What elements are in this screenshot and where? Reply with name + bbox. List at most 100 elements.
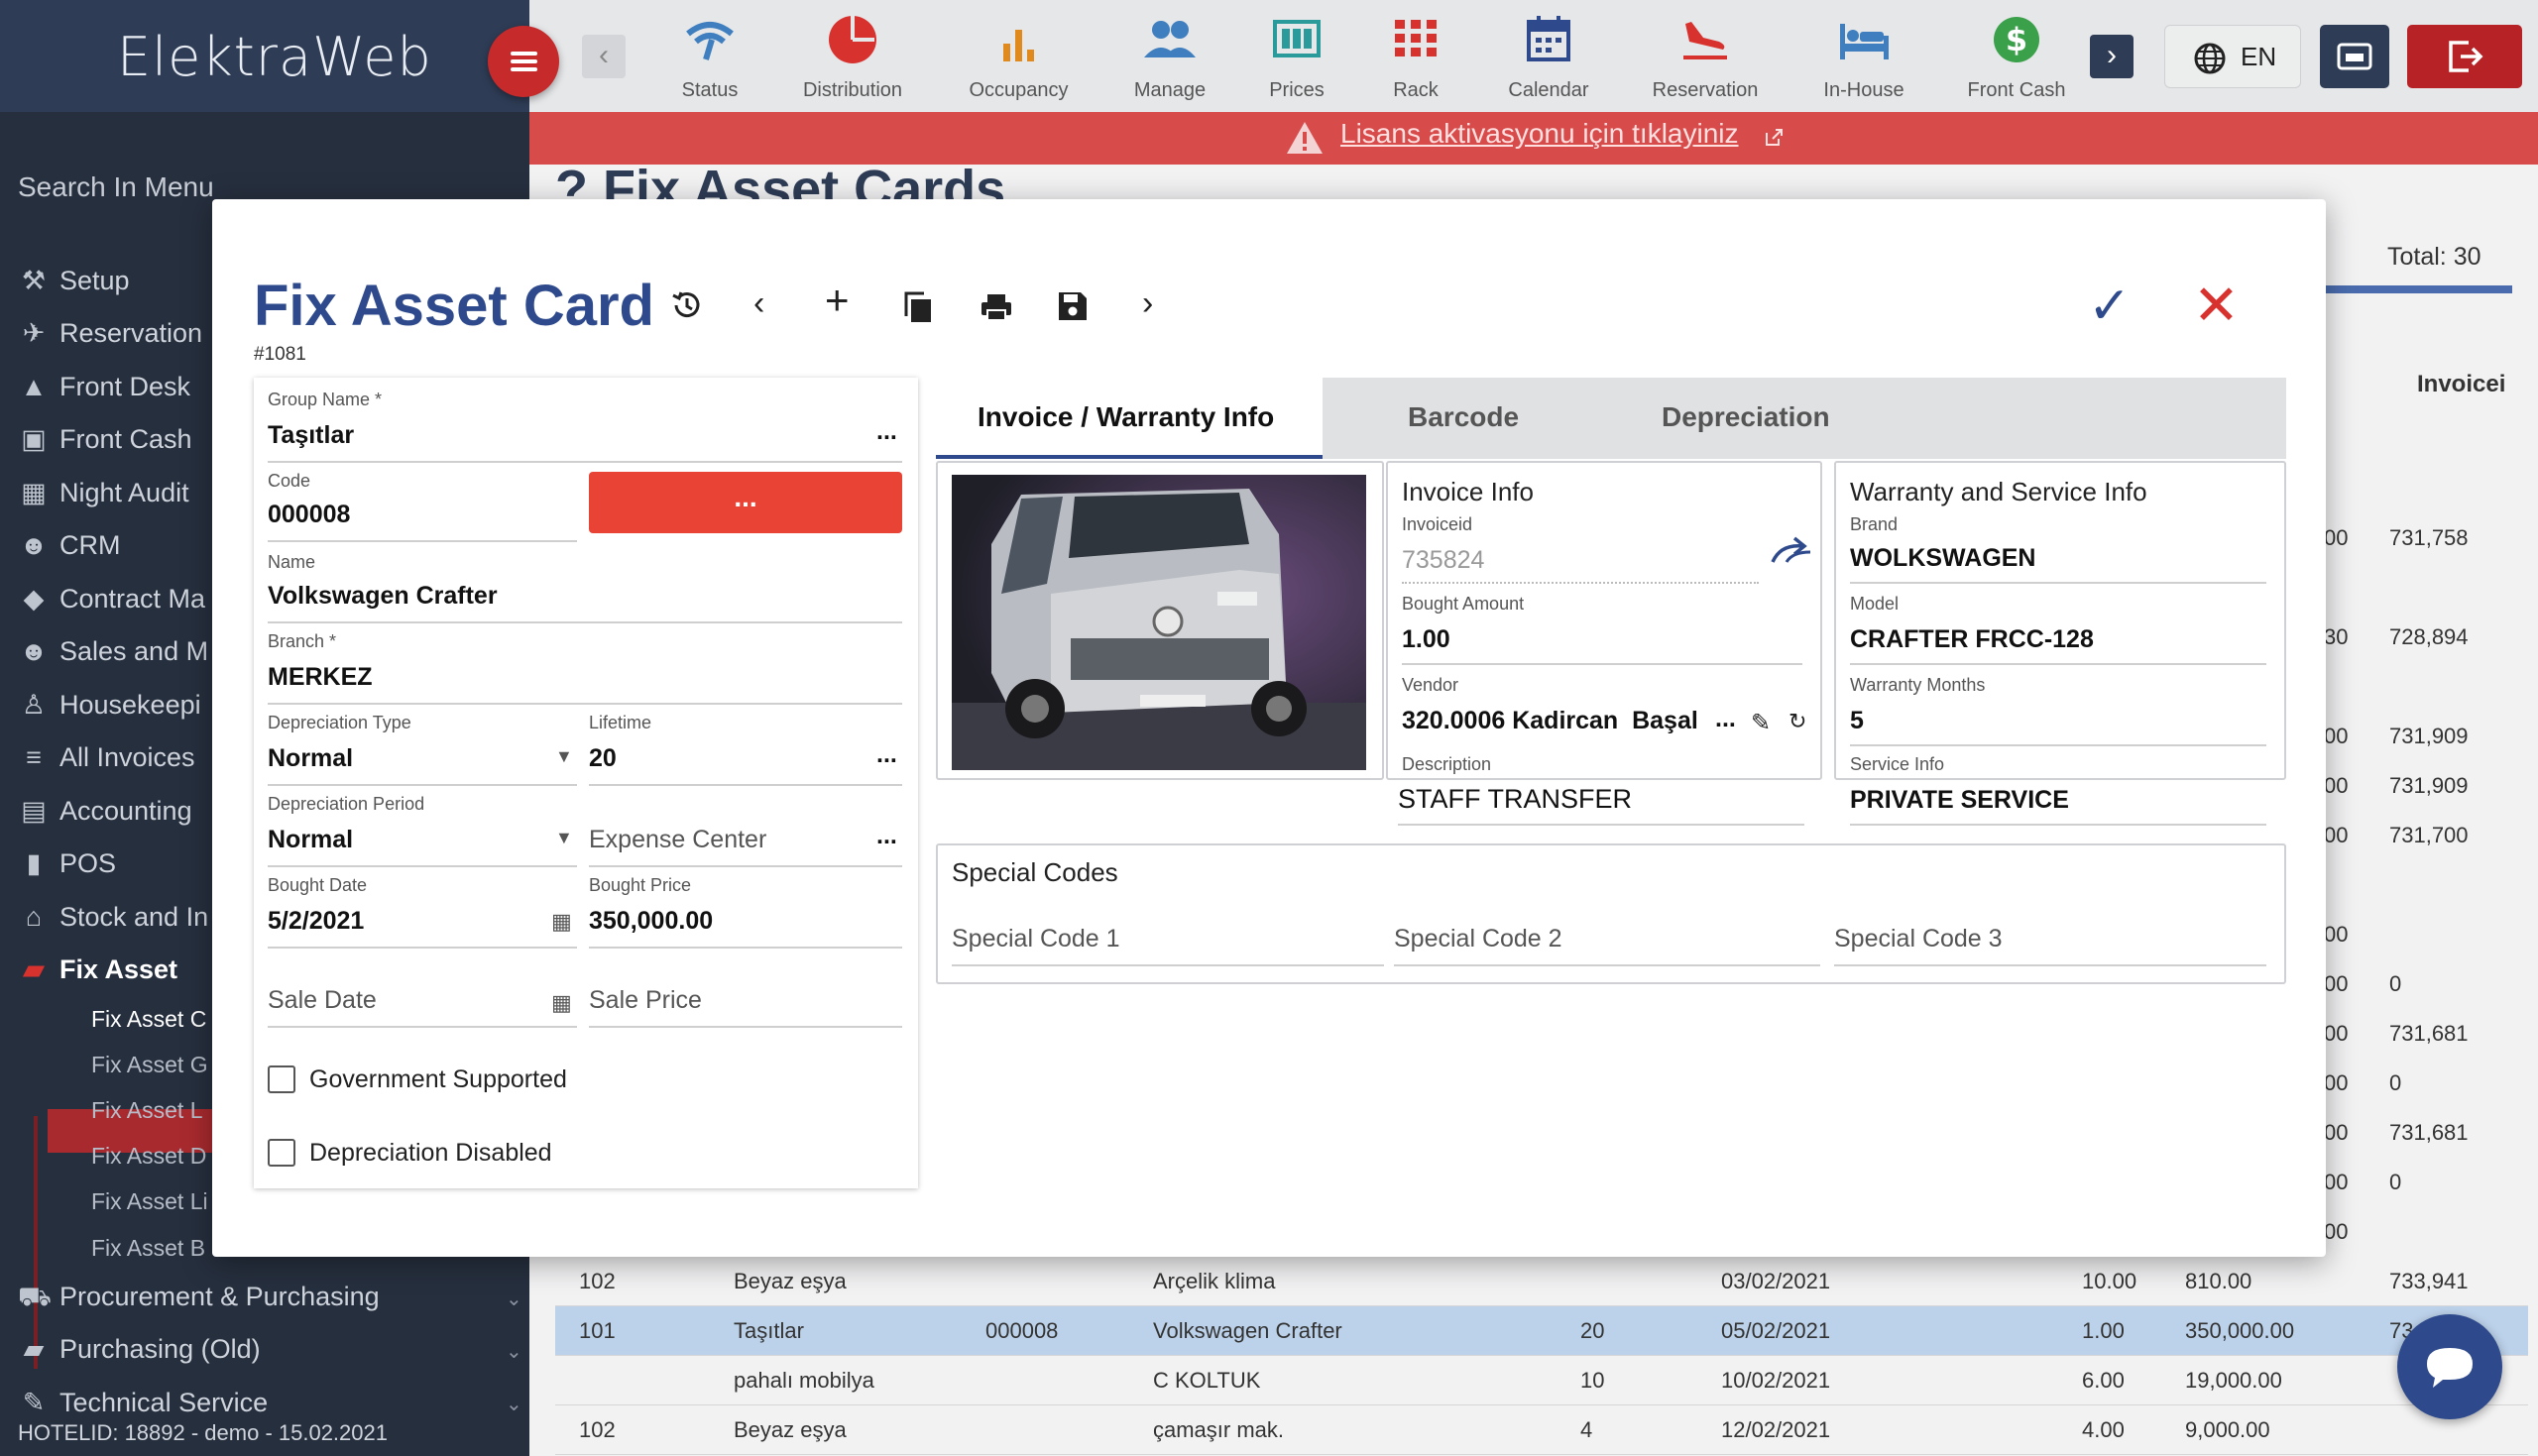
nav-front-cash[interactable]: $ Front Cash [1961,8,2072,107]
special-code-3-field[interactable]: Special Code 3 [1834,925,2003,953]
submenu-fix-asset-groups[interactable]: Fix Asset G [91,1052,208,1078]
sidebar-item-fix-asset[interactable]: ▰ Fix Asset [18,954,177,985]
nav-prices[interactable]: Prices [1257,8,1336,107]
service-info-field[interactable]: PRIVATE SERVICE [1850,786,2069,815]
sidebar-item-sales[interactable]: ☻ Sales and M [18,636,208,667]
sidebar-item-all-invoices[interactable]: ≡ All Invoices [18,742,194,773]
bought-price-field[interactable]: 350,000.00 [589,907,713,936]
background-cell: 728,894 [2389,624,2469,649]
confirm-check-icon[interactable]: ✓ [2088,277,2132,336]
field-underline [589,865,902,867]
nav-in-house[interactable]: In-House [1814,8,1913,107]
government-supported-checkbox[interactable] [268,1065,295,1093]
previous-record-icon[interactable]: ‹ [753,284,764,323]
sidebar-item-stock[interactable]: ⌂ Stock and In [18,902,208,933]
hamburger-menu-button[interactable] [488,26,559,97]
calendar-icon[interactable]: ▦ [551,909,572,935]
group-name-field[interactable]: Taşıtlar [268,421,354,450]
menu-search-input[interactable]: Search In Menu [18,171,214,203]
model-field[interactable]: CRAFTER FRCC-128 [1850,625,2094,654]
dropdown-arrow-icon[interactable]: ▼ [555,828,573,848]
brand-field[interactable]: WOLKSWAGEN [1850,544,2036,573]
nav-occupancy[interactable]: Occupancy [962,8,1076,107]
dropdown-arrow-icon[interactable]: ▼ [555,746,573,767]
group-name-lookup-icon[interactable]: ... [876,417,897,446]
tab-label: Invoice / Warranty Info [978,401,1275,432]
chevron-down-icon: ⌄ [506,1394,522,1415]
depreciation-period-select[interactable]: Normal [268,826,353,854]
vendor-lookup-icon[interactable]: ... [1715,705,1736,733]
add-icon[interactable]: + [825,277,850,324]
nav-label: Front Cash [1967,79,2066,101]
license-activation-link[interactable]: Lisans aktivasyonu için tıklayiniz [1340,118,1739,150]
depreciation-disabled-checkbox[interactable] [268,1139,295,1167]
sidebar-item-housekeeping[interactable]: ♙ Housekeepi [18,690,201,721]
expense-center-field[interactable]: Expense Center [589,826,766,854]
sidebar-item-pos[interactable]: ▮ POS [18,848,116,879]
bought-amount-field[interactable]: 1.00 [1402,625,1450,654]
submenu-fix-asset-l[interactable]: Fix Asset L [91,1097,202,1124]
close-icon[interactable]: ✕ [2193,273,2240,338]
nav-calendar[interactable]: Calendar [1499,8,1598,107]
nav-back-button[interactable]: ‹ [582,35,626,78]
submenu-fix-asset-cards[interactable]: Fix Asset C [91,1006,206,1033]
nav-manage[interactable]: Manage [1122,8,1217,107]
tab-depreciation[interactable]: Depreciation [1662,401,1830,433]
keyboard-button[interactable] [2320,25,2389,88]
sale-price-field[interactable]: Sale Price [589,986,702,1015]
vendor-field[interactable]: 320.0006 Kadircan Başal [1402,707,1698,735]
asset-photo[interactable] [952,475,1366,770]
nav-status[interactable]: Status [666,8,753,107]
branch-field[interactable]: MERKEZ [268,663,373,692]
sidebar-item-technical-service[interactable]: ✎ Technical Service [18,1388,268,1418]
nav-label: Calendar [1508,79,1589,101]
depreciation-type-label: Depreciation Type [268,713,411,732]
submenu-fix-asset-d[interactable]: Fix Asset D [91,1143,206,1170]
expense-center-lookup-icon[interactable]: ... [876,822,897,850]
table-cell: 4 [1580,1417,1593,1442]
nav-reservation[interactable]: Reservation [1644,8,1767,107]
print-icon[interactable] [980,292,1013,322]
tab-barcode[interactable]: Barcode [1408,401,1519,433]
submenu-fix-asset-b[interactable]: Fix Asset B [91,1235,205,1262]
code-field[interactable]: 000008 [268,501,350,529]
goto-invoice-icon[interactable] [1771,536,1814,566]
sidebar-item-procurement[interactable]: ⛟ Procurement & Purchasing [18,1282,380,1316]
generate-code-button[interactable]: ... [589,472,902,533]
refresh-icon[interactable]: ↻ [1788,709,1806,734]
warranty-months-field[interactable]: 5 [1850,707,1864,735]
sidebar-item-setup[interactable]: ⚒ Setup [18,266,130,296]
sidebar-item-front-desk[interactable]: ▲ Front Desk [18,372,190,402]
special-code-2-field[interactable]: Special Code 2 [1394,925,1562,953]
depreciation-type-select[interactable]: Normal [268,744,353,773]
tab-invoice-warranty[interactable]: Invoice / Warranty Info [936,378,1323,459]
sidebar-item-purchasing-old[interactable]: ▰ Purchasing (Old) [18,1334,261,1365]
copy-icon[interactable] [902,290,934,324]
sidebar-item-accounting[interactable]: ▤ Accounting [18,796,191,827]
sidebar-item-front-cash[interactable]: ▣ Front Cash [18,424,191,455]
nav-distribution[interactable]: Distribution [793,8,912,107]
nav-rack[interactable]: Rack [1376,8,1455,107]
field-underline [1402,663,1802,665]
sidebar-item-night-audit[interactable]: ▦ Night Audit [18,478,188,508]
nav-forward-button[interactable]: › [2090,35,2134,78]
next-record-icon[interactable]: › [1142,284,1153,323]
bought-date-field[interactable]: 5/2/2021 [268,907,364,936]
description-field[interactable]: STAFF TRANSFER [1398,784,1632,815]
sidebar-item-reservation[interactable]: ✈ Reservation [18,318,202,349]
chat-button[interactable] [2397,1314,2502,1419]
sidebar-item-crm[interactable]: ☻ CRM [18,530,121,561]
special-code-1-field[interactable]: Special Code 1 [952,925,1120,953]
logout-button[interactable] [2407,25,2522,88]
calendar-icon[interactable]: ▦ [551,990,572,1016]
name-field[interactable]: Volkswagen Crafter [268,582,498,611]
language-selector[interactable]: EN [2164,25,2301,88]
lifetime-field[interactable]: 20 [589,744,617,773]
history-icon[interactable] [670,288,704,322]
submenu-fix-asset-li[interactable]: Fix Asset Li [91,1188,208,1215]
save-icon[interactable] [1057,290,1089,322]
sidebar-item-contract[interactable]: ◆ Contract Ma [18,584,205,615]
sale-date-field[interactable]: Sale Date [268,986,377,1015]
edit-pencil-icon[interactable]: ✎ [1751,709,1771,737]
lifetime-lookup-icon[interactable]: ... [876,740,897,769]
